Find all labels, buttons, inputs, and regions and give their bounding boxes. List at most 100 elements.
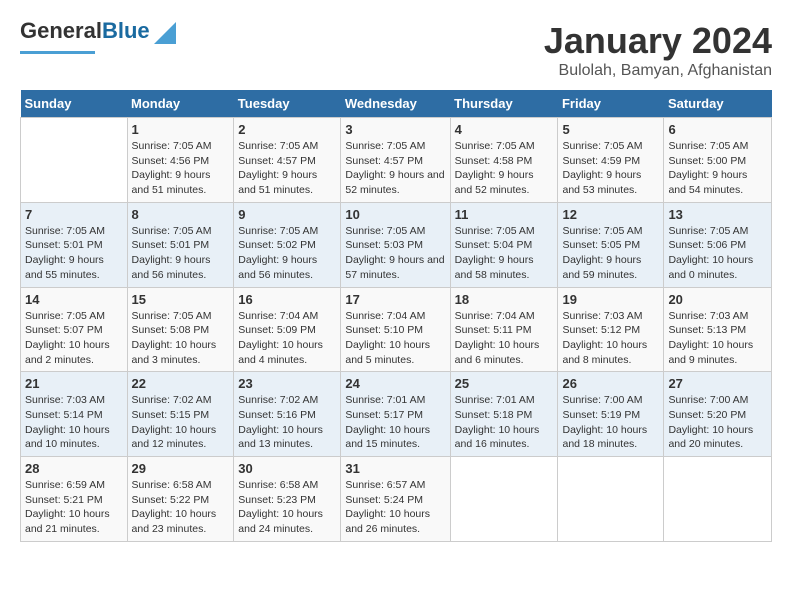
day-info: Sunrise: 7:05 AMSunset: 5:08 PMDaylight:… xyxy=(132,310,217,366)
day-info: Sunrise: 7:02 AMSunset: 5:15 PMDaylight:… xyxy=(132,394,217,450)
day-info: Sunrise: 7:05 AMSunset: 5:06 PMDaylight:… xyxy=(668,225,753,281)
day-number: 11 xyxy=(455,207,554,222)
day-info: Sunrise: 7:05 AMSunset: 5:07 PMDaylight:… xyxy=(25,310,110,366)
logo-icon xyxy=(154,22,176,44)
calendar-cell xyxy=(450,457,558,542)
day-info: Sunrise: 7:05 AMSunset: 5:04 PMDaylight:… xyxy=(455,225,535,281)
day-number: 24 xyxy=(345,376,445,391)
calendar-week-1: 1 Sunrise: 7:05 AMSunset: 4:56 PMDayligh… xyxy=(21,118,772,203)
calendar-cell: 25 Sunrise: 7:01 AMSunset: 5:18 PMDaylig… xyxy=(450,372,558,457)
day-number: 29 xyxy=(132,461,230,476)
calendar-cell: 8 Sunrise: 7:05 AMSunset: 5:01 PMDayligh… xyxy=(127,202,234,287)
calendar-cell: 14 Sunrise: 7:05 AMSunset: 5:07 PMDaylig… xyxy=(21,287,128,372)
calendar-cell: 11 Sunrise: 7:05 AMSunset: 5:04 PMDaylig… xyxy=(450,202,558,287)
day-info: Sunrise: 7:05 AMSunset: 4:57 PMDaylight:… xyxy=(345,140,444,196)
calendar-cell: 31 Sunrise: 6:57 AMSunset: 5:24 PMDaylig… xyxy=(341,457,450,542)
calendar-cell: 28 Sunrise: 6:59 AMSunset: 5:21 PMDaylig… xyxy=(21,457,128,542)
day-info: Sunrise: 7:04 AMSunset: 5:10 PMDaylight:… xyxy=(345,310,430,366)
day-info: Sunrise: 7:00 AMSunset: 5:19 PMDaylight:… xyxy=(562,394,647,450)
day-info: Sunrise: 7:03 AMSunset: 5:14 PMDaylight:… xyxy=(25,394,110,450)
day-info: Sunrise: 6:57 AMSunset: 5:24 PMDaylight:… xyxy=(345,479,430,535)
header-thursday: Thursday xyxy=(450,90,558,118)
calendar-cell: 4 Sunrise: 7:05 AMSunset: 4:58 PMDayligh… xyxy=(450,118,558,203)
calendar-cell: 10 Sunrise: 7:05 AMSunset: 5:03 PMDaylig… xyxy=(341,202,450,287)
day-number: 13 xyxy=(668,207,767,222)
day-number: 26 xyxy=(562,376,659,391)
header: GeneralBlue January 2024 Bulolah, Bamyan… xyxy=(20,20,772,80)
calendar-cell xyxy=(558,457,664,542)
day-number: 23 xyxy=(238,376,336,391)
calendar-week-5: 28 Sunrise: 6:59 AMSunset: 5:21 PMDaylig… xyxy=(21,457,772,542)
calendar-cell: 24 Sunrise: 7:01 AMSunset: 5:17 PMDaylig… xyxy=(341,372,450,457)
day-info: Sunrise: 7:01 AMSunset: 5:18 PMDaylight:… xyxy=(455,394,540,450)
day-info: Sunrise: 7:02 AMSunset: 5:16 PMDaylight:… xyxy=(238,394,323,450)
calendar-cell: 16 Sunrise: 7:04 AMSunset: 5:09 PMDaylig… xyxy=(234,287,341,372)
header-tuesday: Tuesday xyxy=(234,90,341,118)
day-number: 16 xyxy=(238,292,336,307)
day-info: Sunrise: 7:03 AMSunset: 5:12 PMDaylight:… xyxy=(562,310,647,366)
day-number: 15 xyxy=(132,292,230,307)
calendar-cell: 26 Sunrise: 7:00 AMSunset: 5:19 PMDaylig… xyxy=(558,372,664,457)
day-number: 30 xyxy=(238,461,336,476)
logo-text: GeneralBlue xyxy=(20,20,150,42)
day-number: 17 xyxy=(345,292,445,307)
calendar-cell: 29 Sunrise: 6:58 AMSunset: 5:22 PMDaylig… xyxy=(127,457,234,542)
logo-underline xyxy=(20,51,95,54)
day-number: 10 xyxy=(345,207,445,222)
day-info: Sunrise: 7:05 AMSunset: 4:58 PMDaylight:… xyxy=(455,140,535,196)
calendar-cell: 3 Sunrise: 7:05 AMSunset: 4:57 PMDayligh… xyxy=(341,118,450,203)
day-number: 12 xyxy=(562,207,659,222)
day-info: Sunrise: 7:05 AMSunset: 5:05 PMDaylight:… xyxy=(562,225,642,281)
day-info: Sunrise: 7:03 AMSunset: 5:13 PMDaylight:… xyxy=(668,310,753,366)
day-number: 22 xyxy=(132,376,230,391)
day-number: 3 xyxy=(345,122,445,137)
day-number: 6 xyxy=(668,122,767,137)
calendar-cell: 1 Sunrise: 7:05 AMSunset: 4:56 PMDayligh… xyxy=(127,118,234,203)
header-row: Sunday Monday Tuesday Wednesday Thursday… xyxy=(21,90,772,118)
calendar-cell: 20 Sunrise: 7:03 AMSunset: 5:13 PMDaylig… xyxy=(664,287,772,372)
calendar-cell: 9 Sunrise: 7:05 AMSunset: 5:02 PMDayligh… xyxy=(234,202,341,287)
day-number: 31 xyxy=(345,461,445,476)
day-info: Sunrise: 6:59 AMSunset: 5:21 PMDaylight:… xyxy=(25,479,110,535)
day-number: 9 xyxy=(238,207,336,222)
logo: GeneralBlue xyxy=(20,20,176,54)
calendar-week-4: 21 Sunrise: 7:03 AMSunset: 5:14 PMDaylig… xyxy=(21,372,772,457)
day-info: Sunrise: 6:58 AMSunset: 5:23 PMDaylight:… xyxy=(238,479,323,535)
day-info: Sunrise: 7:05 AMSunset: 5:02 PMDaylight:… xyxy=(238,225,318,281)
calendar-cell: 30 Sunrise: 6:58 AMSunset: 5:23 PMDaylig… xyxy=(234,457,341,542)
day-info: Sunrise: 7:05 AMSunset: 5:01 PMDaylight:… xyxy=(132,225,212,281)
calendar-cell: 23 Sunrise: 7:02 AMSunset: 5:16 PMDaylig… xyxy=(234,372,341,457)
calendar-cell: 2 Sunrise: 7:05 AMSunset: 4:57 PMDayligh… xyxy=(234,118,341,203)
day-info: Sunrise: 7:05 AMSunset: 4:56 PMDaylight:… xyxy=(132,140,212,196)
calendar-cell: 19 Sunrise: 7:03 AMSunset: 5:12 PMDaylig… xyxy=(558,287,664,372)
calendar-cell: 22 Sunrise: 7:02 AMSunset: 5:15 PMDaylig… xyxy=(127,372,234,457)
header-saturday: Saturday xyxy=(664,90,772,118)
calendar-cell: 12 Sunrise: 7:05 AMSunset: 5:05 PMDaylig… xyxy=(558,202,664,287)
day-info: Sunrise: 7:04 AMSunset: 5:09 PMDaylight:… xyxy=(238,310,323,366)
day-info: Sunrise: 7:05 AMSunset: 5:03 PMDaylight:… xyxy=(345,225,444,281)
day-number: 1 xyxy=(132,122,230,137)
day-info: Sunrise: 6:58 AMSunset: 5:22 PMDaylight:… xyxy=(132,479,217,535)
calendar-cell: 27 Sunrise: 7:00 AMSunset: 5:20 PMDaylig… xyxy=(664,372,772,457)
day-info: Sunrise: 7:04 AMSunset: 5:11 PMDaylight:… xyxy=(455,310,540,366)
day-number: 21 xyxy=(25,376,123,391)
day-info: Sunrise: 7:05 AMSunset: 4:57 PMDaylight:… xyxy=(238,140,318,196)
day-number: 2 xyxy=(238,122,336,137)
day-number: 8 xyxy=(132,207,230,222)
day-number: 18 xyxy=(455,292,554,307)
calendar-cell: 13 Sunrise: 7:05 AMSunset: 5:06 PMDaylig… xyxy=(664,202,772,287)
calendar-cell: 6 Sunrise: 7:05 AMSunset: 5:00 PMDayligh… xyxy=(664,118,772,203)
calendar-week-2: 7 Sunrise: 7:05 AMSunset: 5:01 PMDayligh… xyxy=(21,202,772,287)
header-monday: Monday xyxy=(127,90,234,118)
calendar-cell: 15 Sunrise: 7:05 AMSunset: 5:08 PMDaylig… xyxy=(127,287,234,372)
calendar-cell: 5 Sunrise: 7:05 AMSunset: 4:59 PMDayligh… xyxy=(558,118,664,203)
calendar-title: January 2024 xyxy=(544,20,772,62)
day-info: Sunrise: 7:05 AMSunset: 4:59 PMDaylight:… xyxy=(562,140,642,196)
calendar-cell xyxy=(21,118,128,203)
day-number: 19 xyxy=(562,292,659,307)
day-number: 7 xyxy=(25,207,123,222)
day-number: 27 xyxy=(668,376,767,391)
header-wednesday: Wednesday xyxy=(341,90,450,118)
header-sunday: Sunday xyxy=(21,90,128,118)
day-number: 5 xyxy=(562,122,659,137)
